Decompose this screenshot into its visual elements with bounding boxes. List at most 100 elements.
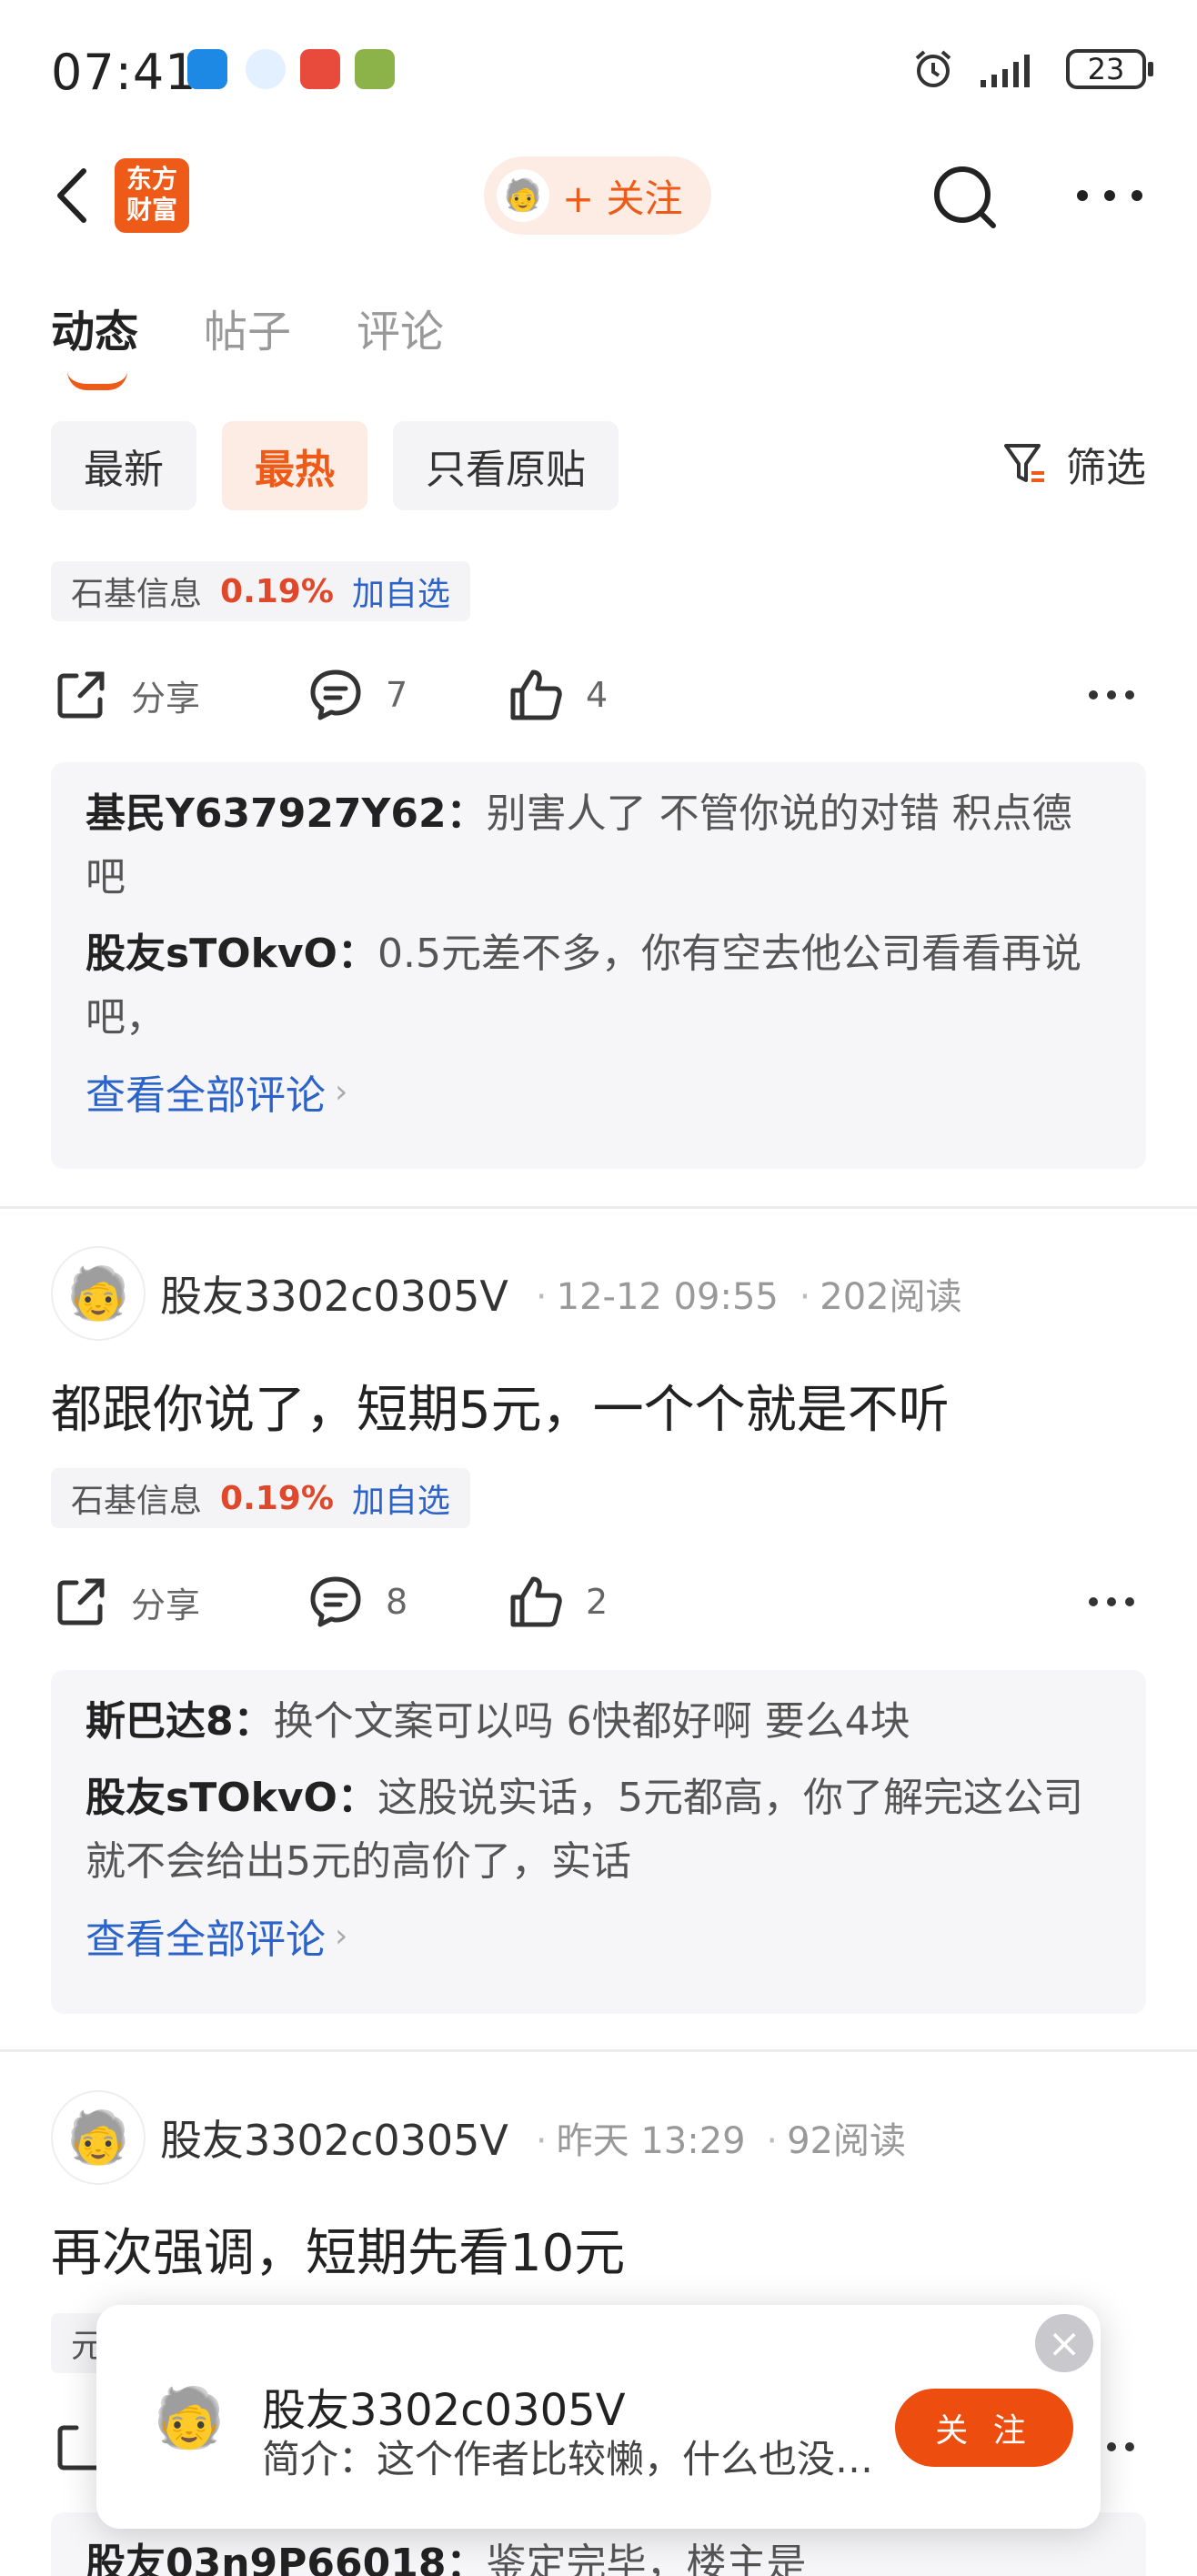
like-button[interactable]: 2 bbox=[506, 1572, 688, 1632]
comment-user: 股友sTOkvO： bbox=[86, 1775, 377, 1821]
stock-change: 0.19% bbox=[220, 572, 334, 610]
share-icon bbox=[57, 1578, 105, 1625]
comment-text: 鉴定完毕，楼主是 bbox=[486, 2541, 807, 2576]
thumbs-up-icon bbox=[510, 1576, 562, 1627]
popup-follow-button[interactable]: 关 注 bbox=[895, 2389, 1073, 2467]
filter-latest[interactable]: 最新 bbox=[51, 421, 196, 510]
alarm-icon bbox=[915, 50, 951, 87]
filter-button[interactable]: 筛选 bbox=[1001, 435, 1146, 493]
comment-count: 7 bbox=[386, 675, 408, 715]
share-label: 分享 bbox=[131, 678, 201, 719]
back-icon[interactable] bbox=[47, 164, 102, 227]
post-time: 12-12 09:55 bbox=[556, 1276, 779, 1318]
share-label: 分享 bbox=[131, 1585, 201, 1625]
author-avatar: 🧓 bbox=[497, 169, 549, 222]
status-time: 07:41 bbox=[51, 44, 197, 101]
comment-user: 股友03n9P66018： bbox=[86, 2541, 487, 2576]
signal-icon bbox=[981, 55, 1030, 87]
post-actions: 分享 7 4 bbox=[51, 659, 1146, 731]
search-icon[interactable] bbox=[930, 162, 1002, 235]
add-watchlist-link[interactable]: 加自选 bbox=[352, 568, 450, 615]
filter-icon bbox=[1004, 444, 1044, 482]
comment-icon bbox=[310, 669, 361, 720]
app-logo: 东方 财富 bbox=[115, 158, 189, 233]
see-all-comments-link[interactable]: 查看全部评论 › bbox=[86, 1907, 1112, 1965]
comment-button[interactable]: 7 bbox=[306, 665, 506, 725]
logo-line-1: 东方 bbox=[126, 164, 177, 194]
comment-preview: 基民Y637927Y62：别害人了 不管你说的对错 积点德吧 股友sTOkvO：… bbox=[51, 762, 1146, 1169]
stock-tag[interactable]: 石基信息 0.19% 加自选 bbox=[51, 561, 470, 621]
post-header: 🧓 股友3302c0305V · 昨天 13:29 · 92阅读 bbox=[51, 2090, 1146, 2185]
author-name[interactable]: 股友3302c0305V bbox=[160, 1263, 508, 1323]
chevron-right-icon: › bbox=[335, 1072, 348, 1111]
weather-app-icon bbox=[187, 49, 227, 89]
comment-item[interactable]: 股友sTOkvO：这股说实话，5元都高，你了解完这公司就不会给出5元的高价了，实… bbox=[86, 1766, 1112, 1894]
like-count: 2 bbox=[586, 1582, 609, 1622]
browser-app-icon bbox=[246, 49, 286, 89]
share-button[interactable]: 分享 bbox=[51, 1572, 306, 1632]
tab-comments[interactable]: 评论 bbox=[357, 296, 444, 359]
game2-app-icon bbox=[355, 49, 395, 89]
comment-icon bbox=[310, 1576, 361, 1627]
more-icon[interactable] bbox=[1073, 182, 1146, 209]
see-all-label: 查看全部评论 bbox=[86, 1917, 326, 1963]
sort-filters: 最新 最热 只看原贴 bbox=[51, 421, 619, 510]
filter-original-only[interactable]: 只看原贴 bbox=[393, 421, 619, 510]
tab-dynamic[interactable]: 动态 bbox=[51, 296, 138, 390]
post-meta: · 昨天 13:29 · 92阅读 bbox=[535, 2120, 906, 2162]
comment-button[interactable]: 8 bbox=[306, 1572, 506, 1632]
battery-indicator: 23 bbox=[1066, 49, 1153, 89]
author-avatar[interactable]: 🧓 bbox=[51, 1246, 146, 1341]
comment-preview: 斯巴达8：换个文案可以吗 6快都好啊 要么4块 股友sTOkvO：这股说实话，5… bbox=[51, 1670, 1146, 2014]
comment-user: 基民Y637927Y62： bbox=[86, 790, 487, 837]
comment-user: 斯巴达8： bbox=[86, 1698, 274, 1745]
post-divider bbox=[0, 1206, 1197, 1209]
share-button[interactable]: 分享 bbox=[51, 665, 306, 725]
follow-author-button[interactable]: 🧓 + 关注 bbox=[484, 156, 711, 235]
stock-name: 石基信息 bbox=[71, 576, 203, 613]
post-title[interactable]: 再次强调，短期先看10元 bbox=[51, 2212, 625, 2286]
post-meta: · 12-12 09:55 · 202阅读 bbox=[535, 1276, 962, 1318]
like-button[interactable]: 4 bbox=[506, 665, 688, 725]
stock-change: 0.19% bbox=[220, 1479, 334, 1517]
follow-label: + 关注 bbox=[562, 176, 683, 221]
comment-item[interactable]: 斯巴达8：换个文案可以吗 6快都好啊 要么4块 bbox=[86, 1690, 1112, 1754]
follow-author-popup: 🧓 股友3302c0305V 简介：这个作者比较懒，什么也没有留下 关 注 × bbox=[96, 2305, 1101, 2529]
post-reads: 202阅读 bbox=[820, 1276, 962, 1318]
post-divider bbox=[0, 2049, 1197, 2052]
game-app-icon bbox=[300, 49, 340, 89]
chevron-right-icon: › bbox=[335, 1917, 348, 1955]
post-reads: 92阅读 bbox=[787, 2120, 906, 2162]
stock-tag[interactable]: 石基信息 0.19% 加自选 bbox=[51, 1468, 470, 1528]
tab-posts[interactable]: 帖子 bbox=[204, 296, 291, 359]
stock-name: 石基信息 bbox=[71, 1483, 203, 1520]
like-count: 4 bbox=[586, 675, 609, 715]
logo-line-2: 财富 bbox=[126, 195, 177, 225]
author-avatar[interactable]: 🧓 bbox=[51, 2090, 146, 2185]
add-watchlist-link[interactable]: 加自选 bbox=[352, 1474, 450, 1522]
comment-count: 8 bbox=[386, 1582, 408, 1622]
comment-user: 股友sTOkvO： bbox=[86, 931, 377, 977]
close-icon[interactable]: × bbox=[1035, 2314, 1093, 2372]
top-nav: 东方 财富 🧓 + 关注 bbox=[0, 146, 1197, 246]
filter-label: 筛选 bbox=[1066, 445, 1146, 491]
battery-level: 23 bbox=[1087, 52, 1125, 86]
share-icon bbox=[57, 671, 105, 719]
post-more-icon[interactable] bbox=[1086, 1593, 1137, 1611]
comment-item[interactable]: 股友sTOkvO：0.5元差不多，你有空去他公司看看再说吧， bbox=[86, 922, 1112, 1050]
status-bar: 07:41 23 bbox=[0, 0, 1197, 146]
filter-hottest[interactable]: 最热 bbox=[222, 421, 367, 510]
post-time: 昨天 13:29 bbox=[556, 2120, 746, 2162]
post-header: 🧓 股友3302c0305V · 12-12 09:55 · 202阅读 bbox=[51, 1246, 1146, 1341]
comment-text: 换个文案可以吗 6快都好啊 要么4块 bbox=[273, 1698, 910, 1745]
content-tabs: 动态 帖子 评论 bbox=[51, 296, 444, 390]
comment-item[interactable]: 基民Y637927Y62：别害人了 不管你说的对错 积点德吧 bbox=[86, 782, 1112, 910]
see-all-comments-link[interactable]: 查看全部评论 › bbox=[86, 1062, 1112, 1121]
post-title[interactable]: 都跟你说了，短期5元，一个个就是不听 bbox=[51, 1369, 950, 1443]
author-name[interactable]: 股友3302c0305V bbox=[160, 2108, 508, 2168]
post-more-icon[interactable] bbox=[1086, 686, 1137, 704]
comment-item[interactable]: 股友03n9P66018：鉴定完毕，楼主是 bbox=[86, 2532, 1112, 2576]
post-actions: 分享 8 2 bbox=[51, 1565, 1146, 1638]
popup-author-avatar[interactable]: 🧓 bbox=[136, 2365, 242, 2470]
see-all-label: 查看全部评论 bbox=[86, 1072, 326, 1119]
